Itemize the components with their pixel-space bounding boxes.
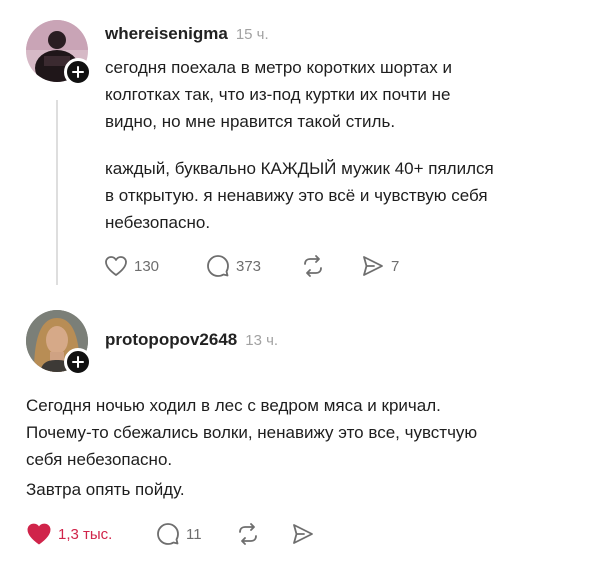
post-text: сегодня поехала в метро коротких шортах … xyxy=(105,54,494,236)
follow-plus-icon[interactable] xyxy=(64,58,92,86)
share-button[interactable]: 7 xyxy=(361,254,399,278)
comment-icon xyxy=(157,523,179,545)
timestamp: 13 ч. xyxy=(245,332,279,349)
heart-icon xyxy=(105,256,127,276)
text-line: колготках так, что из-под куртки их почт… xyxy=(105,85,451,104)
text-line: в открытую. я ненавижу это всё и чувству… xyxy=(105,186,488,205)
post-header: whereisenigma 15 ч. xyxy=(105,24,269,44)
avatar-container[interactable] xyxy=(26,20,92,86)
username[interactable]: protopopov2648 xyxy=(105,330,237,350)
avatar-container[interactable] xyxy=(26,310,92,376)
repost-button[interactable] xyxy=(301,254,361,278)
comment-button[interactable]: 373 xyxy=(206,254,301,278)
like-button[interactable]: 130 xyxy=(104,255,206,277)
repost-icon xyxy=(304,255,322,277)
text-line: сегодня поехала в метро коротких шортах … xyxy=(105,58,452,77)
text-line: себя небезопасно. xyxy=(26,450,173,469)
paragraph: Сегодня ночью ходил в лес с ведром мяса … xyxy=(26,392,591,473)
text-line: небезопасно. xyxy=(105,213,211,232)
paragraph: сегодня поехала в метро коротких шортах … xyxy=(105,54,494,135)
comment-count: 373 xyxy=(236,257,262,275)
post-whereisenigma: whereisenigma 15 ч. сегодня поехала в ме… xyxy=(0,0,600,300)
comment-count: 11 xyxy=(186,525,202,543)
post-actions: 130 373 7 xyxy=(104,254,399,278)
send-icon xyxy=(363,256,383,276)
thread-line xyxy=(56,100,58,285)
share-count: 7 xyxy=(391,257,400,275)
text-line: Почему-то сбежались волки, ненавижу это … xyxy=(26,423,478,442)
heart-filled-icon xyxy=(27,523,51,545)
like-count: 130 xyxy=(134,257,160,275)
text-line: Сегодня ночью ходил в лес с ведром мяса … xyxy=(26,396,441,415)
repost-button[interactable] xyxy=(236,522,291,546)
comment-button[interactable]: 11 xyxy=(156,522,236,546)
post-protopopov2648: protopopov2648 13 ч. Сегодня ночью ходил… xyxy=(0,300,600,568)
text-line: Завтра опять пойду. xyxy=(26,480,185,499)
repost-icon xyxy=(239,523,257,545)
paragraph: Завтра опять пойду. xyxy=(26,476,591,503)
comment-icon xyxy=(207,255,229,277)
text-line: каждый, буквально КАЖДЫЙ мужик 40+ пялил… xyxy=(105,159,494,178)
post-header: protopopov2648 13 ч. xyxy=(105,330,278,350)
like-count: 1,3 тыс. xyxy=(58,525,113,543)
paragraph: каждый, буквально КАЖДЫЙ мужик 40+ пялил… xyxy=(105,155,494,236)
post-actions: 1,3 тыс. 11 xyxy=(26,522,315,546)
like-button[interactable]: 1,3 тыс. xyxy=(26,522,156,546)
username[interactable]: whereisenigma xyxy=(105,24,228,44)
timestamp: 15 ч. xyxy=(235,26,269,43)
post-text: Сегодня ночью ходил в лес с ведром мяса … xyxy=(26,392,591,503)
send-icon xyxy=(293,524,313,544)
text-line: видно, но мне нравится такой стиль. xyxy=(105,112,396,131)
follow-plus-icon[interactable] xyxy=(64,348,92,376)
share-button[interactable] xyxy=(291,522,315,546)
